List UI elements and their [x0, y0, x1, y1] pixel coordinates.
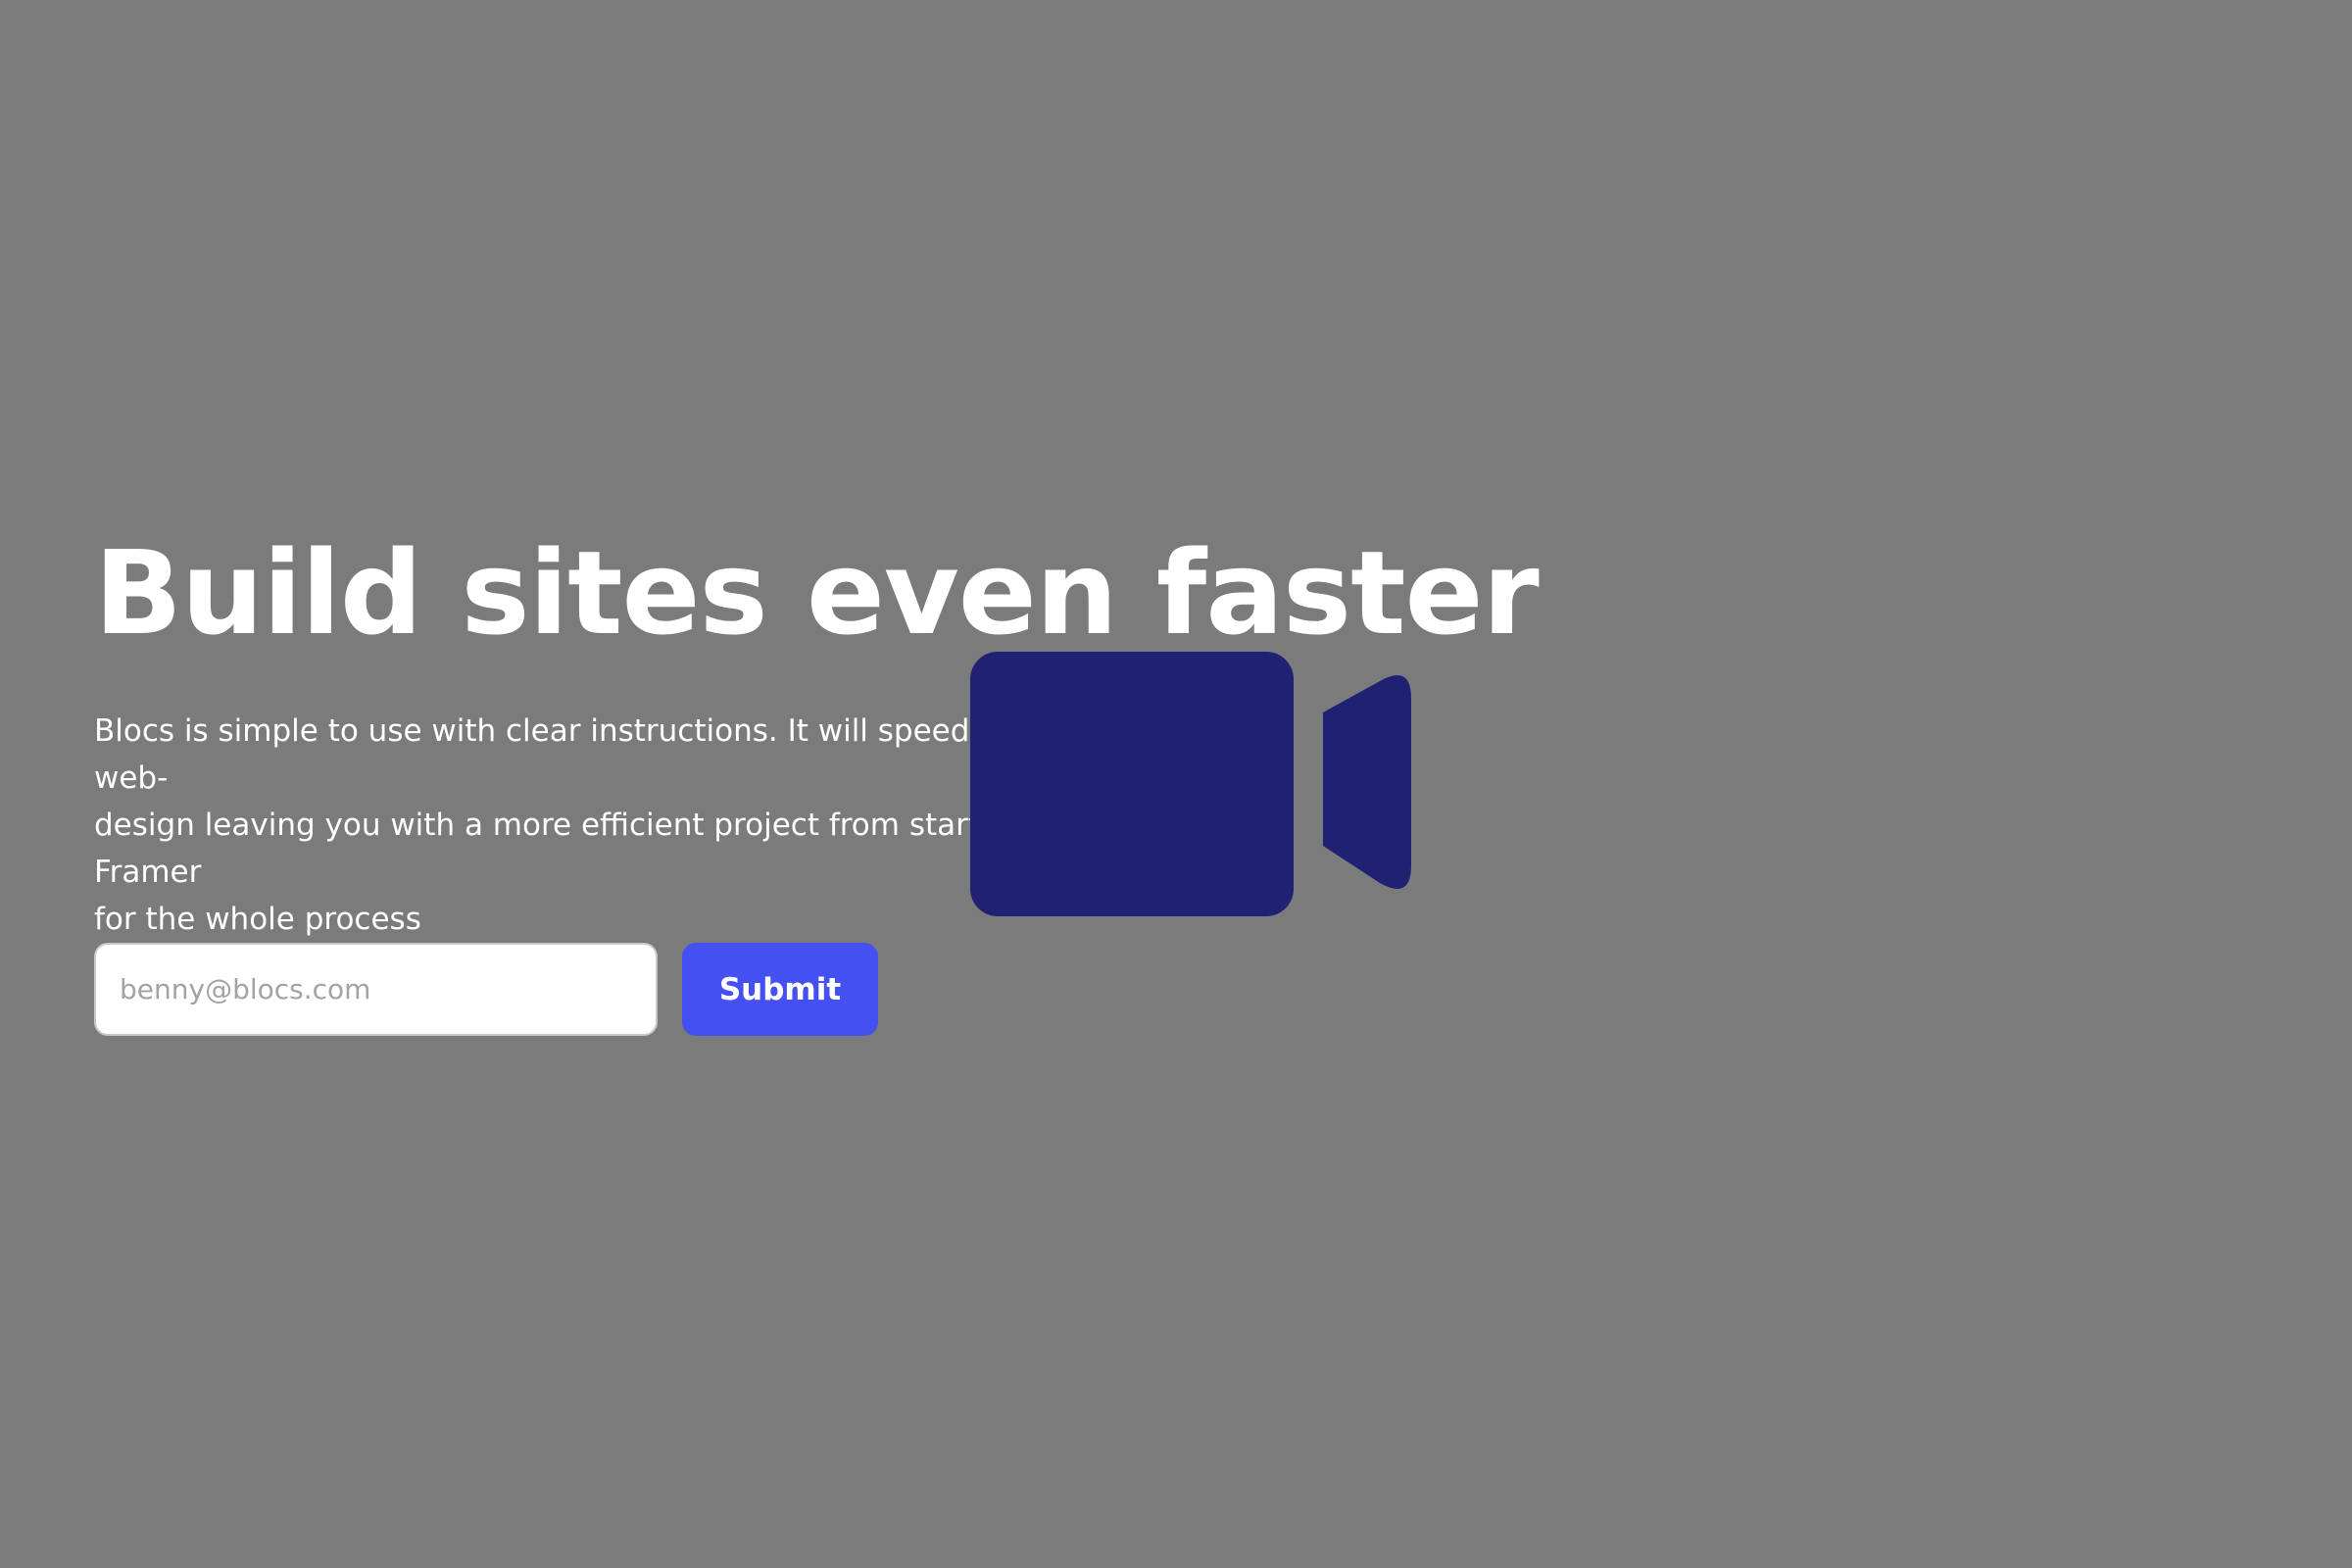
submit-button[interactable]: Submit — [682, 943, 878, 1036]
email-signup-form: Submit — [94, 943, 878, 1036]
hero-title: Build sites even faster — [94, 525, 1540, 661]
hero-content: Build sites even faster Blocs is simple … — [94, 519, 1540, 937]
email-field[interactable] — [94, 943, 658, 1036]
video-camera-icon — [970, 652, 1411, 916]
